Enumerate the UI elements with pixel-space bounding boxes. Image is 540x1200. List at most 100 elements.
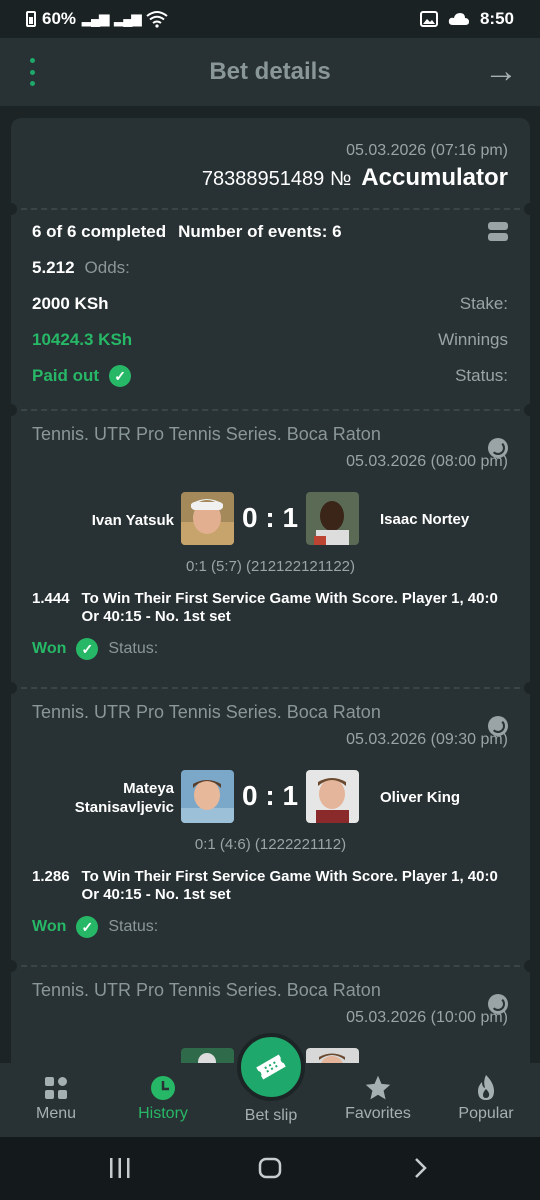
stake-row: 2000 KSh Stake: [32, 294, 508, 314]
divider-notch-right [524, 203, 530, 215]
player-2-avatar [306, 770, 359, 823]
signal-icon: ▂▄▆ [82, 11, 109, 26]
system-navigation-bar [0, 1137, 540, 1200]
player-2-avatar [306, 1048, 359, 1063]
player-2-avatar [306, 492, 359, 545]
player-1-avatar [181, 1048, 234, 1063]
home-icon[interactable] [258, 1157, 282, 1186]
divider-notch-right [524, 404, 530, 416]
divider [11, 409, 530, 411]
player-2-name: Oliver King [380, 789, 461, 806]
nav-history-label: History [138, 1105, 188, 1122]
pick-description: To Win Their First Service Game With Sco… [81, 868, 498, 903]
back-icon[interactable] [412, 1157, 428, 1186]
clock-icon [113, 1073, 213, 1103]
winnings-label: Winnings [438, 330, 508, 349]
pick-description: To Win Their First Service Game With Sco… [81, 590, 498, 625]
event-date: 05.03.2026 (09:30 pm) [346, 731, 508, 748]
divider [11, 687, 530, 689]
signal-icon-2: ▂▄▆ [114, 11, 141, 26]
check-icon: ✓ [76, 638, 99, 660]
ticket-icon [256, 1054, 286, 1080]
nav-favorites-label: Favorites [345, 1105, 411, 1122]
event-status-label: Status: [108, 918, 159, 935]
check-icon: ✓ [109, 365, 132, 387]
clock: 8:50 [479, 9, 514, 28]
divider-notch-right [524, 960, 530, 972]
events-count: Number of events: 6 [178, 222, 342, 241]
share-arrow-icon[interactable]: → [484, 54, 518, 88]
page-title: Bet details [209, 58, 331, 85]
event-status-label: Status: [108, 640, 159, 657]
winnings-row: 10424.3 KSh Winnings [32, 330, 508, 350]
event-result-row: Won ✓ Status: [32, 638, 158, 660]
battery-icon [26, 11, 36, 27]
event-result: Won [32, 918, 67, 935]
bet-type: Accumulator [361, 164, 508, 191]
odds-value: 5.212 [32, 258, 75, 277]
event-league: Tennis. UTR Pro Tennis Series. Boca Rato… [32, 980, 381, 1000]
event-pick: 1.444 To Win Their First Service Game Wi… [32, 590, 510, 626]
status-row: Paid out ✓ Status: [32, 365, 508, 387]
event-league: Tennis. UTR Pro Tennis Series. Boca Rato… [32, 424, 381, 444]
divider-notch-left [11, 404, 17, 416]
toggle-view-icon[interactable] [488, 222, 508, 242]
image-icon [419, 11, 438, 27]
odds-row: 5.212 Odds: [32, 258, 508, 278]
bet-status-value: Paid out [32, 366, 100, 385]
nav-bet-slip-label: Bet slip [244, 1107, 298, 1124]
wifi-icon [146, 11, 169, 28]
star-icon [328, 1073, 428, 1103]
nav-menu-label: Menu [35, 1105, 77, 1122]
recent-apps-icon[interactable] [108, 1157, 132, 1186]
nav-history[interactable]: History [113, 1073, 213, 1123]
stake-value: 2000 KSh [32, 294, 109, 313]
bet-status-label: Status: [455, 366, 508, 385]
event-date: 05.03.2026 (10:00 pm) [346, 1009, 508, 1026]
player-1-avatar [181, 492, 234, 545]
check-icon: ✓ [76, 916, 99, 938]
player-1-avatar [181, 770, 234, 823]
event-league: Tennis. UTR Pro Tennis Series. Boca Rato… [32, 702, 381, 722]
stake-label: Stake: [459, 294, 508, 313]
event-result-row: Won ✓ Status: [32, 916, 158, 938]
battery-level: 60% [42, 9, 77, 28]
completed-count: 6 of 6 completed [32, 222, 167, 241]
nav-favorites[interactable]: Favorites [328, 1073, 428, 1123]
divider [11, 208, 530, 210]
player-2-name: Isaac Nortey [380, 511, 470, 528]
divider-notch-left [11, 682, 17, 694]
nav-bet-slip[interactable]: Bet slip [221, 1107, 321, 1125]
menu-grid-icon [6, 1073, 106, 1103]
nav-popular[interactable]: Popular [436, 1073, 536, 1123]
more-options-icon[interactable] [24, 58, 40, 86]
event-score-detail: 0:1 (4:6) (1222221112) [194, 836, 347, 853]
bet-slip-button[interactable] [237, 1033, 305, 1101]
nav-menu[interactable]: Menu [6, 1073, 106, 1123]
bet-number: 78388951489 № [201, 168, 352, 190]
event-pick: 1.286 To Win Their First Service Game Wi… [32, 868, 510, 904]
summary-row: 6 of 6 completed Number of events: 6 [32, 222, 508, 242]
divider-notch-right [524, 682, 530, 694]
player-1-name: Mateya Stanisavljevic [74, 780, 174, 816]
divider-notch-left [11, 203, 17, 215]
event-score-detail: 0:1 (5:7) (212122121122) [185, 558, 355, 575]
odds-label: Odds: [84, 258, 130, 277]
divider [11, 965, 530, 967]
winnings-value: 10424.3 KSh [32, 330, 133, 349]
nav-popular-label: Popular [458, 1105, 514, 1122]
event-score: 0 : 1 [241, 780, 299, 811]
player-1-name: Ivan Yatsuk [91, 512, 174, 529]
pick-coefficient: 1.444 [32, 590, 70, 607]
cloud-icon [448, 13, 469, 25]
status-bar: 60% ▂▄▆ ▂▄▆ 8:50 [0, 0, 540, 38]
bet-id: 78388951489 № Accumulator [202, 164, 508, 192]
app-header: Bet details → [0, 38, 540, 106]
pick-coefficient: 1.286 [32, 868, 70, 885]
event-date: 05.03.2026 (08:00 pm) [346, 453, 508, 470]
event-score: 0 : 1 [241, 502, 299, 533]
flame-icon [436, 1073, 536, 1103]
divider-notch-left [11, 960, 17, 972]
bet-date: 05.03.2026 (07:16 pm) [346, 142, 508, 159]
bet-details-card: 05.03.2026 (07:16 pm) 78388951489 № Accu… [11, 118, 530, 1063]
